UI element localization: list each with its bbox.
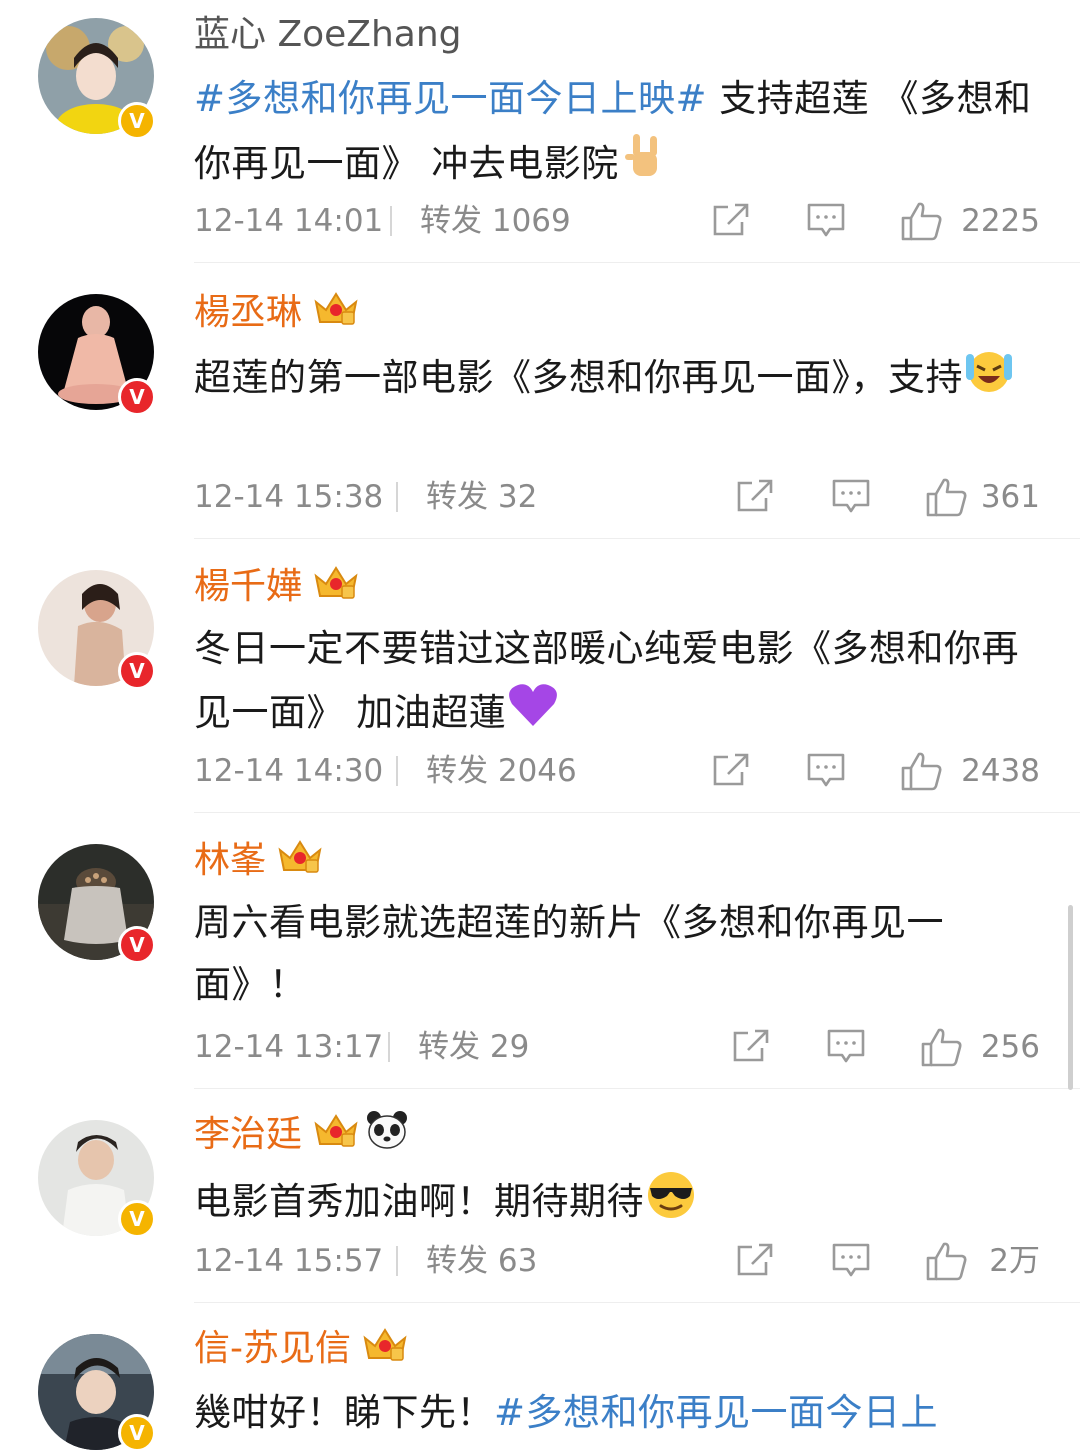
username-text: 楊千嬅	[194, 566, 303, 607]
like-icon[interactable]	[900, 200, 944, 255]
comment-text: 幾咁好！睇下先！#多想和你再见一面今日上	[194, 1382, 1044, 1444]
comment-meta: 12-14 14:30 转发 2046 2438	[194, 748, 1040, 794]
share-icon[interactable]	[736, 478, 774, 527]
repost-count[interactable]: 转发 29	[418, 1024, 529, 1070]
like-icon[interactable]	[900, 750, 944, 805]
username-text: 李治廷	[194, 1114, 303, 1155]
comment-meta: 12-14 13:17 转发 29 256	[194, 1024, 1040, 1070]
rock-on-hand-emoji	[619, 130, 671, 201]
like-count: 361	[980, 479, 1040, 515]
share-icon[interactable]	[732, 1028, 770, 1077]
verified-badge-icon: V	[118, 378, 156, 416]
comment-meta: 12-14 15:57 转发 63 2万	[194, 1238, 1040, 1284]
comment-body: 幾咁好！睇下先！	[194, 1391, 494, 1434]
like-icon[interactable]	[925, 476, 969, 531]
comment-text: 周六看电影就选超莲的新片《多想和你再见一面》！	[194, 892, 1044, 1016]
comment-body: 冬日一定不要错过这部暖心纯爱电影《多想和你再见一面》 加油超蓮	[194, 627, 1019, 734]
like-count: 2438	[961, 753, 1040, 789]
comment-text: 超莲的第一部电影《多想和你再见一面》，支持	[194, 344, 1044, 415]
username[interactable]: 蓝心 ZoeZhang	[194, 12, 462, 58]
repost-count[interactable]: 转发 1069	[420, 198, 571, 244]
crown-badge-icon	[361, 1324, 409, 1376]
comment-body: 周六看电影就选超莲的新片《多想和你再见一面》！	[194, 901, 944, 1006]
divider	[194, 262, 1080, 263]
comment-body: 超莲的第一部电影《多想和你再见一面》，支持	[194, 356, 963, 399]
comment-text: 电影首秀加油啊！期待期待	[194, 1168, 1044, 1239]
comment-icon[interactable]	[831, 478, 871, 527]
verified-badge-icon: V	[118, 1414, 156, 1452]
timestamp: 12-14 15:57	[194, 1243, 384, 1279]
laughing-tears-emoji	[963, 344, 1015, 415]
divider	[194, 812, 1080, 813]
crown-badge-icon	[312, 288, 360, 340]
share-icon[interactable]	[712, 752, 750, 801]
like-count: 256	[980, 1029, 1040, 1065]
hashtag-link[interactable]: #多想和你再见一面今日上	[494, 1391, 938, 1434]
hashtag-link[interactable]: #多想和你再见一面今日上映#	[194, 77, 707, 120]
divider	[396, 756, 398, 786]
repost-count[interactable]: 转发 63	[426, 1238, 537, 1284]
share-icon[interactable]	[712, 202, 750, 251]
comment-icon[interactable]	[806, 202, 846, 251]
timestamp: 12-14 15:38	[194, 479, 384, 515]
repost-count[interactable]: 转发 2046	[426, 748, 577, 794]
comment-body: 电影首秀加油啊！期待期待	[194, 1180, 644, 1223]
username[interactable]: 林峯	[194, 836, 324, 888]
comment-text: #多想和你再见一面今日上映# 支持超莲 《多想和你再见一面》 冲去电影院	[194, 68, 1044, 201]
comment-meta: 12-14 14:01 转发 1069 2225	[194, 198, 1040, 244]
crown-badge-icon	[312, 562, 360, 614]
scrollbar[interactable]	[1068, 905, 1073, 1090]
timestamp: 12-14 13:17	[194, 1029, 384, 1065]
divider	[194, 1088, 1080, 1089]
username-text: 楊丞琳	[194, 292, 303, 333]
username[interactable]: 李治廷	[194, 1110, 408, 1162]
comment-icon[interactable]	[806, 752, 846, 801]
comment-meta: 12-14 15:38 转发 32 361	[194, 474, 1040, 520]
like-count: 2万	[989, 1243, 1040, 1279]
divider	[194, 538, 1080, 539]
comment-icon[interactable]	[826, 1028, 866, 1077]
share-icon[interactable]	[736, 1242, 774, 1291]
divider	[388, 1032, 390, 1062]
divider	[396, 482, 398, 512]
sunglasses-emoji	[644, 1168, 698, 1239]
username-text: 林峯	[194, 840, 267, 881]
verified-badge-icon: V	[118, 926, 156, 964]
verified-badge-icon: V	[118, 102, 156, 140]
username[interactable]: 楊丞琳	[194, 288, 360, 340]
divider	[390, 206, 392, 236]
like-count: 2225	[961, 203, 1040, 239]
comment-icon[interactable]	[831, 1242, 871, 1291]
username-text: 信-苏见信	[194, 1328, 351, 1369]
purple-heart-emoji	[506, 680, 560, 749]
panda-icon	[366, 1110, 408, 1162]
timestamp: 12-14 14:01	[194, 203, 384, 239]
crown-badge-icon	[276, 836, 324, 888]
crown-badge-icon	[312, 1110, 360, 1162]
verified-badge-icon: V	[118, 652, 156, 690]
like-icon[interactable]	[925, 1240, 969, 1295]
repost-count[interactable]: 转发 32	[426, 474, 537, 520]
username[interactable]: 信-苏见信	[194, 1324, 409, 1376]
divider	[396, 1246, 398, 1276]
username[interactable]: 楊千嬅	[194, 562, 360, 614]
like-icon[interactable]	[920, 1026, 964, 1081]
comment-text: 冬日一定不要错过这部暖心纯爱电影《多想和你再见一面》 加油超蓮	[194, 618, 1044, 749]
divider	[194, 1302, 1080, 1303]
timestamp: 12-14 14:30	[194, 753, 384, 789]
verified-badge-icon: V	[118, 1200, 156, 1238]
